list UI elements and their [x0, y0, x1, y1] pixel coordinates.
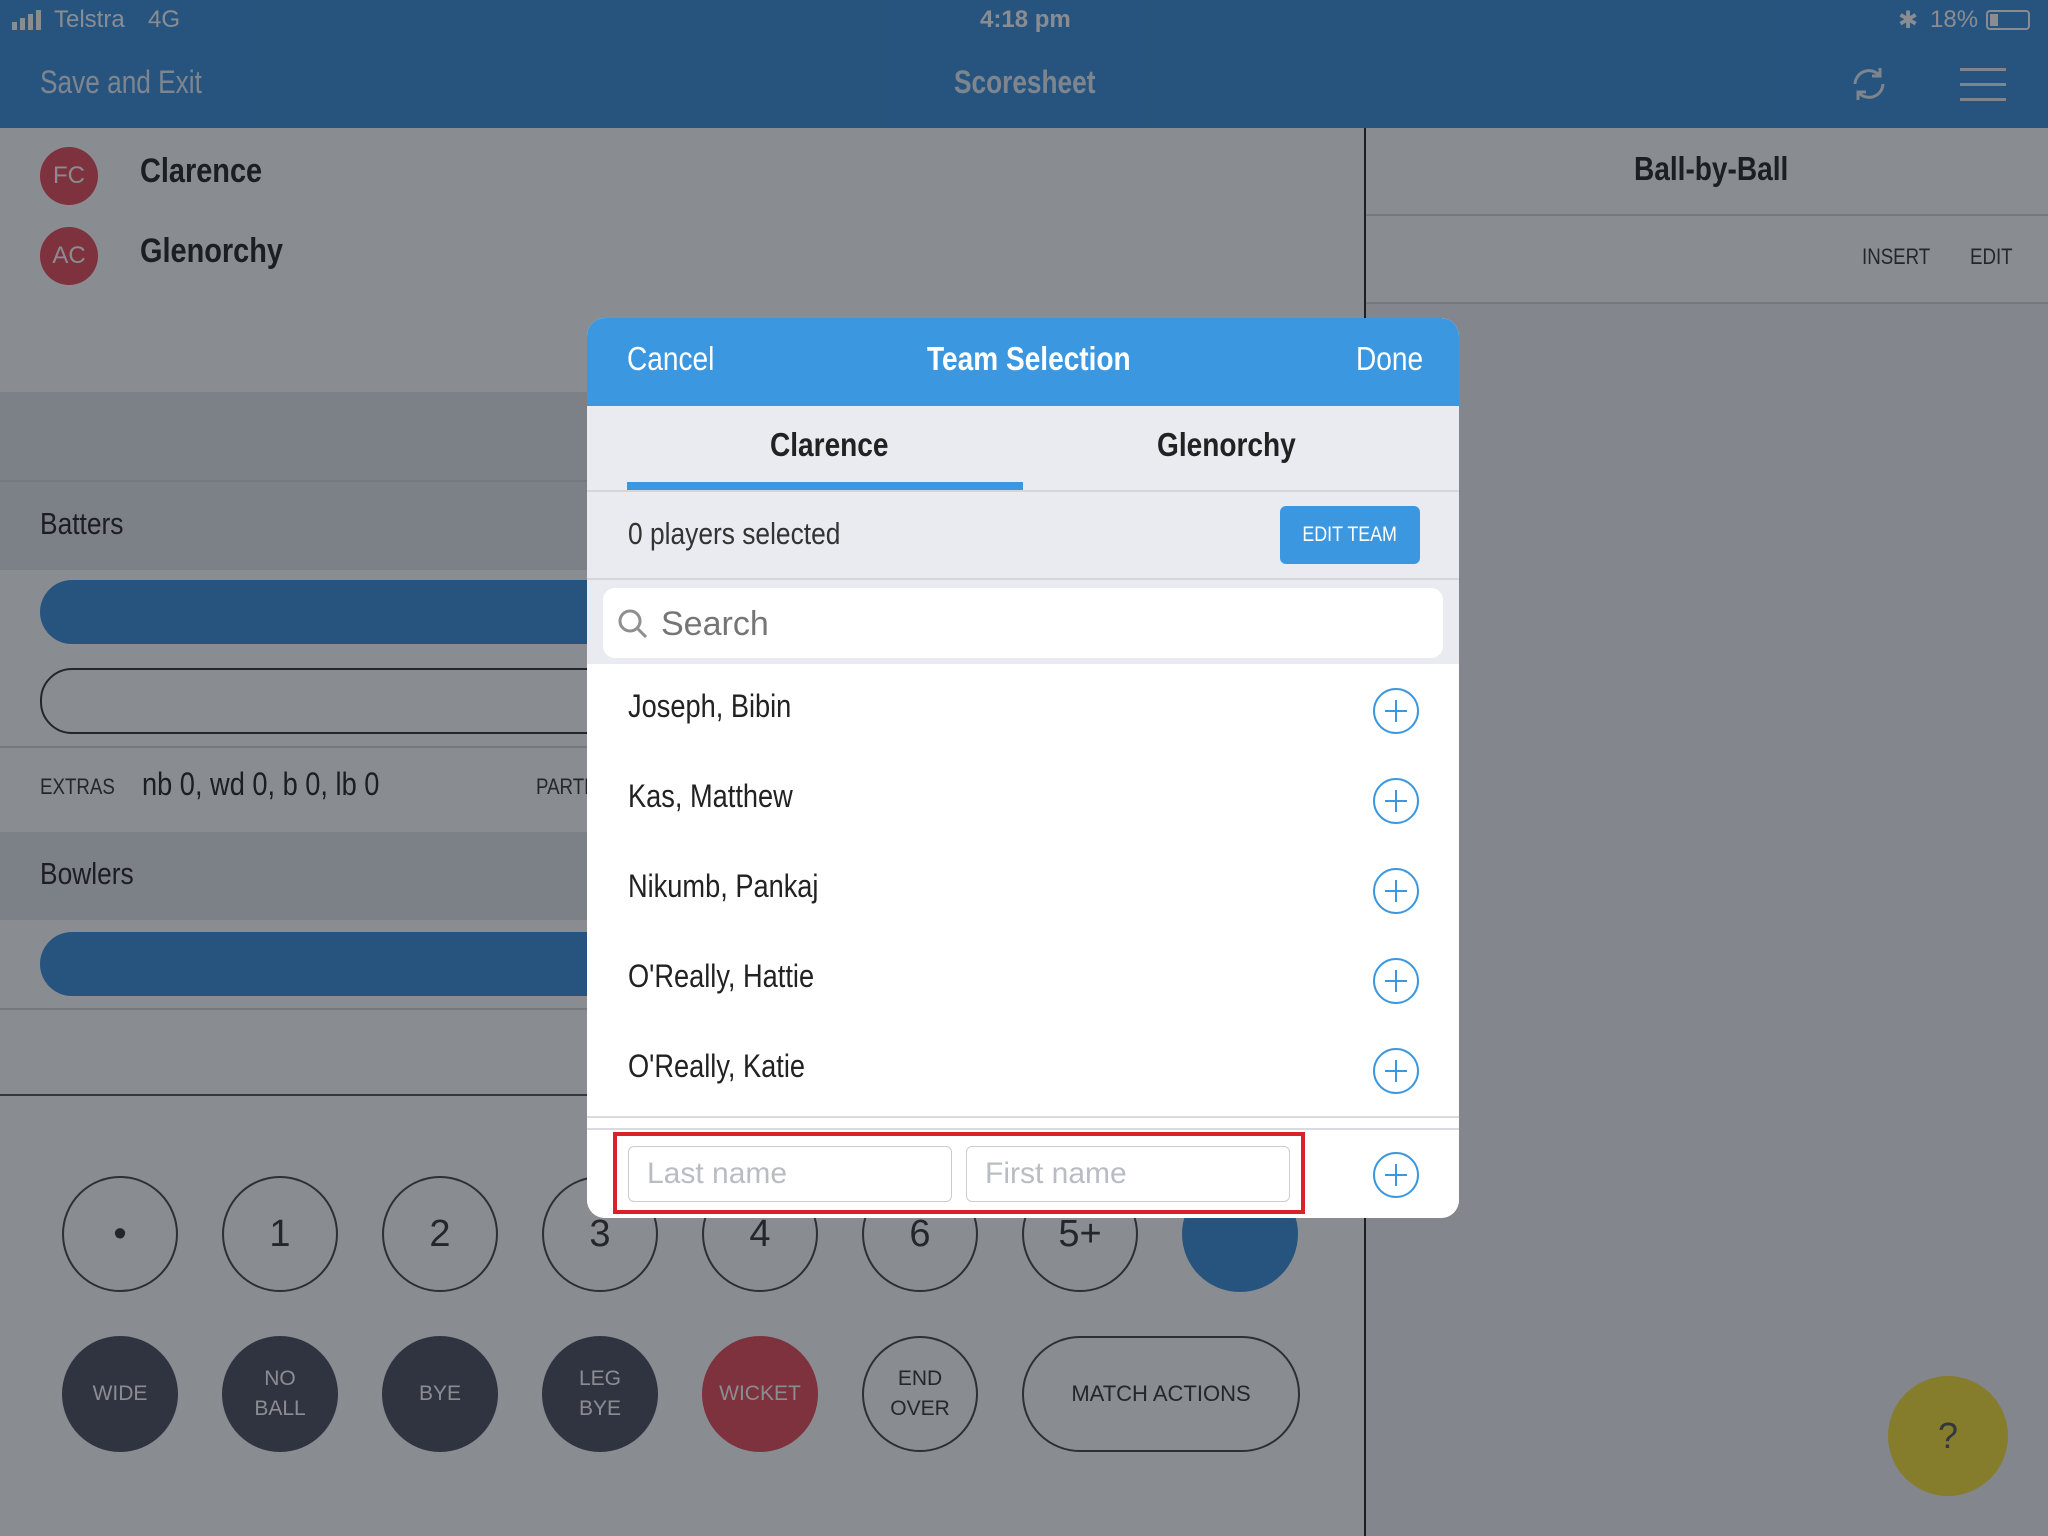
- modal-title: Team Selection: [927, 340, 1131, 377]
- player-name: Joseph, Bibin: [628, 688, 792, 724]
- edit-team-button[interactable]: EDIT TEAM: [1280, 506, 1420, 564]
- search-area: [587, 580, 1459, 664]
- add-player-icon[interactable]: [1373, 868, 1419, 914]
- active-tab-indicator: [627, 482, 1023, 490]
- player-row: O'Really, Katie: [587, 1026, 1459, 1118]
- new-player-row: [587, 1128, 1459, 1218]
- player-name: O'Really, Hattie: [628, 958, 815, 994]
- search-icon: [617, 608, 649, 640]
- player-name: O'Really, Katie: [628, 1048, 806, 1084]
- player-row: O'Really, Hattie: [587, 936, 1459, 1028]
- search-bar[interactable]: [603, 588, 1443, 658]
- team-selection-modal: Cancel Team Selection Done Clarence Glen…: [587, 318, 1459, 1218]
- add-player-icon[interactable]: [1373, 1048, 1419, 1094]
- add-player-icon[interactable]: [1373, 958, 1419, 1004]
- player-name: Nikumb, Pankaj: [628, 868, 819, 904]
- modal-header: Cancel Team Selection Done: [587, 318, 1459, 406]
- search-input[interactable]: [659, 596, 1423, 652]
- tab-label: Glenorchy: [1157, 426, 1296, 463]
- add-player-icon[interactable]: [1373, 688, 1419, 734]
- cancel-button[interactable]: Cancel: [627, 340, 714, 378]
- players-selected-count: 0 players selected: [628, 516, 841, 551]
- player-row: Kas, Matthew: [587, 756, 1459, 848]
- selection-summary: 0 players selected EDIT TEAM: [587, 492, 1459, 580]
- last-name-input[interactable]: [628, 1146, 952, 1202]
- edit-team-label: EDIT TEAM: [1302, 523, 1398, 546]
- add-player-icon[interactable]: [1373, 778, 1419, 824]
- tab-clarence[interactable]: Clarence: [627, 406, 1023, 490]
- player-row: Joseph, Bibin: [587, 666, 1459, 758]
- tab-glenorchy[interactable]: Glenorchy: [1023, 406, 1419, 490]
- done-button[interactable]: Done: [1356, 340, 1423, 378]
- team-tabs: Clarence Glenorchy: [587, 406, 1459, 492]
- tab-label: Clarence: [770, 426, 889, 463]
- player-row: Nikumb, Pankaj: [587, 846, 1459, 938]
- player-name: Kas, Matthew: [628, 778, 793, 814]
- first-name-input[interactable]: [966, 1146, 1290, 1202]
- add-new-player-icon[interactable]: [1373, 1152, 1419, 1198]
